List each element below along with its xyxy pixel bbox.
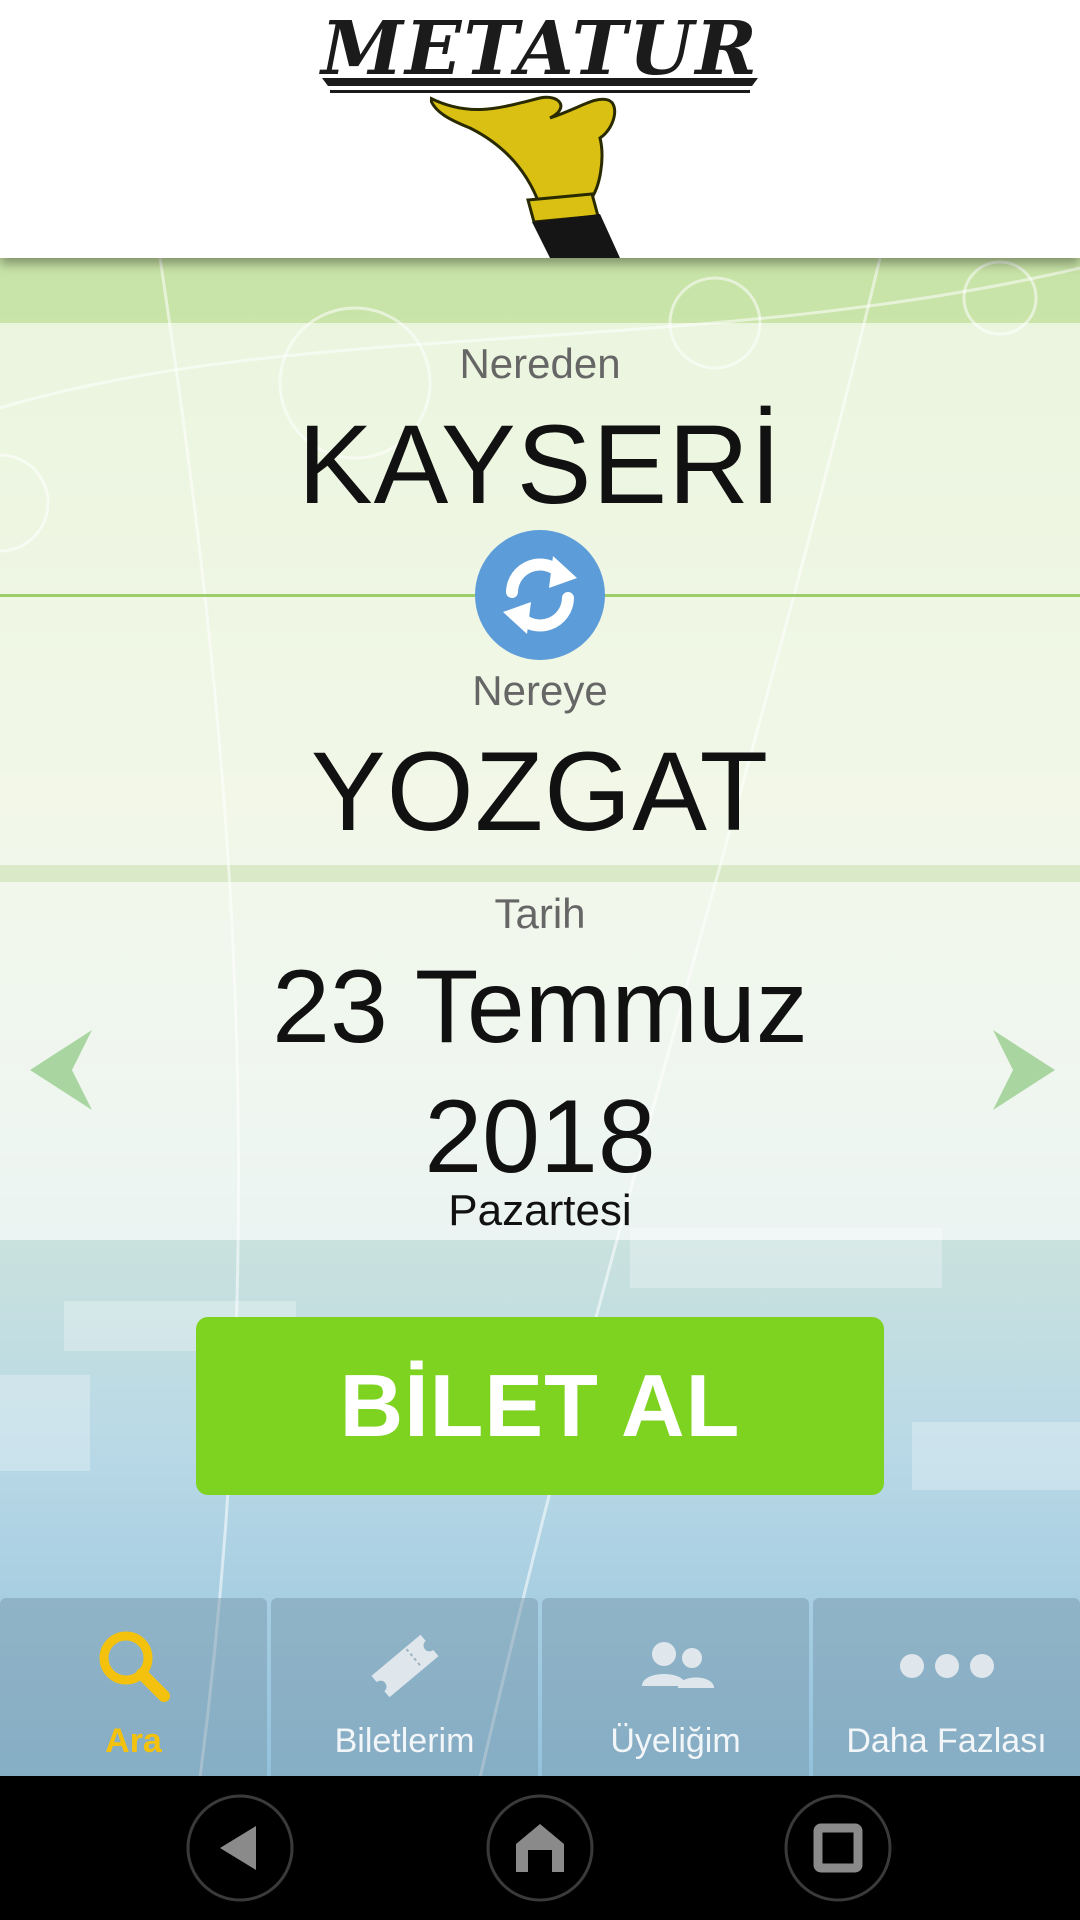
buy-ticket-button[interactable]: BİLET AL — [196, 1317, 884, 1495]
tab-label: Ara — [105, 1722, 162, 1760]
nav-back-button[interactable] — [182, 1790, 298, 1906]
swap-route-button[interactable] — [475, 530, 605, 660]
from-label: Nereden — [459, 340, 621, 387]
chevron-right-icon — [993, 1030, 1055, 1110]
tab-label: Daha Fazlası — [846, 1722, 1047, 1760]
tab-biletlerim[interactable]: Biletlerim — [271, 1598, 538, 1776]
waiter-hand-logo — [430, 95, 620, 258]
from-city[interactable]: KAYSERİ — [0, 400, 1080, 529]
bottom-tab-bar: Ara Biletlerim Üyeliğim Daha Fazlası — [0, 1598, 1080, 1776]
more-icon — [899, 1654, 994, 1678]
to-city[interactable]: YOZGAT — [0, 727, 1080, 856]
chevron-left-icon — [30, 1030, 92, 1110]
tab-label: Biletlerim — [334, 1722, 475, 1760]
system-nav-bar — [0, 1776, 1080, 1920]
search-icon — [99, 1631, 170, 1702]
tab-uyeligim[interactable]: Üyeliğim — [542, 1598, 809, 1776]
nav-recent-apps-button[interactable] — [780, 1790, 896, 1906]
date-label: Tarih — [494, 890, 586, 937]
previous-date-button[interactable] — [20, 1020, 110, 1120]
tab-daha-fazlasi[interactable]: Daha Fazlası — [813, 1598, 1080, 1776]
back-icon — [186, 1794, 294, 1902]
home-icon — [486, 1794, 594, 1902]
date-day-month[interactable]: 23 Temmuz — [0, 942, 1080, 1072]
recent-apps-icon — [784, 1794, 892, 1902]
users-icon — [641, 1642, 714, 1688]
to-label: Nereye — [472, 667, 608, 714]
swap-icon — [503, 556, 577, 634]
date-year[interactable]: 2018 — [0, 1072, 1080, 1202]
date-weekday: Pazartesi — [448, 1186, 632, 1235]
ticket-icon — [370, 1634, 439, 1698]
tab-ara[interactable]: Ara — [0, 1598, 267, 1776]
nav-home-button[interactable] — [482, 1790, 598, 1906]
tab-label: Üyeliğim — [610, 1722, 741, 1760]
app-header: METATUR — [0, 0, 1080, 258]
next-date-button[interactable] — [975, 1020, 1065, 1120]
